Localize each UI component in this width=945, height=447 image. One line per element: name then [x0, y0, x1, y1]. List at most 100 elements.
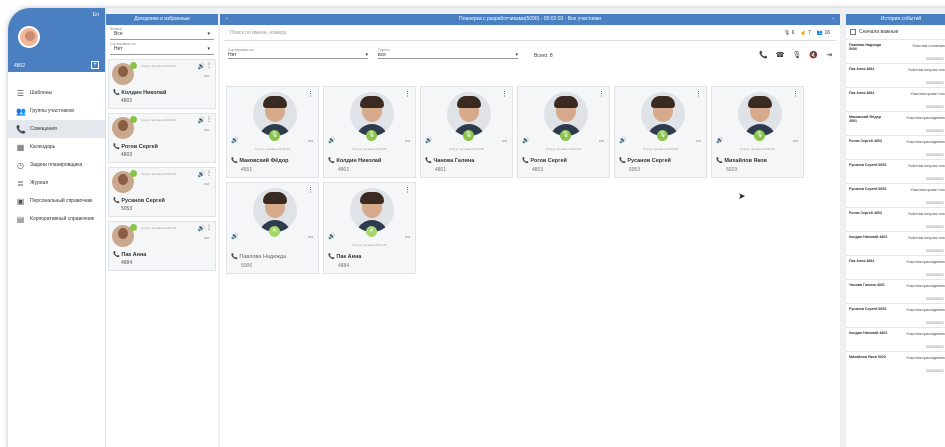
favorite-card[interactable]: Статус: Активен 00:02:07 🔊 ⋮ 〰 📞 Колдин … — [108, 59, 216, 109]
participant-card[interactable]: 🎙 ⋮ 🔊 〰 Статус: Активен 00:02:07 📞 Колдин Ник… — [323, 86, 416, 178]
participant-name: 📞 Пак Анна — [328, 254, 362, 260]
mic-icon[interactable] — [130, 170, 137, 177]
add-button[interactable]: + — [91, 61, 99, 69]
more-icon[interactable]: ⋮ — [206, 116, 212, 123]
volume-icon[interactable]: 🔊 — [198, 117, 205, 124]
history-row[interactable]: Колдин Николай 4802 Участник получил голо… — [846, 231, 945, 255]
participant-name: 📞 Колдин Николай — [328, 158, 382, 164]
signal-icon: 〰 — [598, 139, 604, 145]
participant-card[interactable]: 🎙 ⋮ 🔊 〰 Статус: Активен 00:01:59 📞 Чанова Гал… — [420, 86, 513, 178]
volume-icon[interactable]: 🔊 — [198, 171, 205, 178]
mic-icon[interactable]: 🎙 — [657, 130, 668, 141]
hangup-icon[interactable]: ☎ — [776, 51, 785, 59]
mic-icon[interactable]: 🎙 — [366, 130, 377, 141]
exit-icon[interactable]: ⇥ — [826, 51, 832, 59]
mic-icon[interactable]: 🎙 — [560, 130, 571, 141]
history-row[interactable]: Пак Анна 4884 Участник получил голос 2020/… — [846, 63, 945, 87]
more-icon[interactable]: ⋮ — [695, 90, 702, 98]
history-row[interactable]: Рогов Сергей 4803 Участник присоединился 2… — [846, 135, 945, 159]
contact-card-icon: ▣ — [16, 196, 25, 206]
volume-icon[interactable]: 🔊 — [425, 137, 432, 144]
history-row[interactable]: Рогов Сергей 4803 Участник получил голос 2… — [846, 207, 945, 231]
history-row[interactable]: Русанов Сергей 5053 Участник присоединилс… — [846, 303, 945, 327]
mic-icon[interactable] — [130, 62, 137, 69]
volume-icon[interactable]: 🔊 — [328, 137, 335, 144]
mic-icon[interactable]: 🎙 — [463, 130, 474, 141]
favorite-card[interactable]: Статус: Активен 00:02:03 🔊 ⋮ 〰 📞 Русанов… — [108, 167, 216, 217]
mic-icon[interactable]: 🎙 — [754, 130, 765, 141]
sort-select[interactable]: Сортировать по Нет ▾ — [228, 48, 368, 59]
volume-icon[interactable]: 🔊 — [619, 137, 626, 144]
mic-icon[interactable]: 🎙 — [793, 51, 802, 59]
sidebar-item-meetings[interactable]: 📞 Совещания — [8, 120, 105, 138]
language-switch[interactable]: En — [93, 12, 99, 18]
history-row[interactable]: Русанов Сергей 5053 Участник просит голос… — [846, 183, 945, 207]
mic-icon[interactable] — [130, 116, 137, 123]
more-icon[interactable]: ⋮ — [206, 224, 212, 231]
sort-select[interactable]: Нет ▾ — [110, 46, 214, 55]
more-icon[interactable]: ⋮ — [404, 186, 411, 194]
history-row[interactable]: Чанова Галина 4801 Участник присоединился… — [846, 279, 945, 303]
filter-select[interactable]: Все ▾ — [110, 31, 214, 40]
participant-card[interactable]: 🎙 ⋮ 🔊 〰 Статус: Активен 00:02:03 📞 Рогов Серг… — [517, 86, 610, 178]
participant-card[interactable]: ✕ ⋮ 🔊 〰 📞 Павлова Надежда 5006 — [226, 182, 319, 274]
volume-icon[interactable]: 🔊 — [198, 225, 205, 232]
participant-card[interactable]: 🎙 ⋮ 🔊 〰 Статус: Активен 00:02:03 📞 Михайлов Я… — [711, 86, 804, 178]
search-input[interactable]: Поиск по имени, номеру — [230, 30, 784, 36]
volume-icon[interactable]: 🔊 — [522, 137, 529, 144]
volume-icon[interactable]: 🔊 — [231, 137, 238, 144]
important-first-checkbox[interactable]: Сначала важные — [846, 25, 945, 39]
call-icon[interactable]: 📞 — [759, 51, 768, 59]
journal-icon: ≣ — [17, 178, 24, 188]
history-datetime: 2020/05/22 08:04 — [926, 81, 945, 85]
sidebar-item-corporate-directory[interactable]: ▤ Корпоративный справочник — [8, 210, 105, 228]
more-icon[interactable]: ⋮ — [307, 90, 314, 98]
mic-icon[interactable]: 🎙 — [269, 130, 280, 141]
more-icon[interactable]: ⋮ — [792, 90, 799, 98]
group-select[interactable]: Группы все ▾ — [378, 48, 518, 59]
more-icon[interactable]: ⋮ — [501, 90, 508, 98]
more-icon[interactable]: ⋮ — [206, 62, 212, 69]
history-name: Чанова Галина 4801 — [849, 283, 885, 287]
favorite-card[interactable]: Статус: Активен 00:01:55 🔊 ⋮ 〰 📞 Пак Анн… — [108, 221, 216, 271]
sidebar-item-scheduler[interactable]: ◷ Задачи планировщика — [8, 156, 105, 174]
sidebar-item-journal[interactable]: ≣ Журнал — [8, 174, 105, 192]
history-row[interactable]: Колдин Николай 4802 Участник присоединилс… — [846, 327, 945, 351]
more-icon[interactable]: ⋮ — [598, 90, 605, 98]
participant-card[interactable]: ✕ ⋮ 🔊 〰 Статус: Активен 00:01:57 📞 Пак Анна 48… — [323, 182, 416, 274]
history-event: Участник получил голос — [908, 164, 945, 168]
history-row[interactable]: Пак Анна 4884 Участник просит голос 2020/0… — [846, 87, 945, 111]
volume-icon[interactable]: 🔊 — [716, 137, 723, 144]
mic-off-icon[interactable]: ✕ — [269, 226, 280, 237]
conference-header: ‹ Планерка с разработчиками(5090) - 00:0… — [220, 14, 840, 25]
history-row[interactable]: Михайлов Яков 5029 Участник присоединился… — [846, 351, 945, 375]
conference-title: Планерка с разработчиками(5090) - 00:02:… — [459, 16, 601, 22]
mic-icon[interactable] — [130, 224, 137, 231]
history-event: Участник получил голос — [908, 68, 945, 72]
participant-card[interactable]: 🎙 ⋮ 🔊 〰 Статус: Активен 00:00:33 📞 Маковский … — [226, 86, 319, 178]
avatar[interactable] — [18, 26, 40, 48]
chevron-left-icon[interactable]: ‹ — [226, 14, 228, 25]
chevron-down-icon: ▾ — [365, 52, 368, 58]
history-row[interactable]: Павлова Надежда 5006 Участник отключился 2… — [846, 39, 945, 63]
participant-card[interactable]: 🎙 ⋮ 🔊 〰 Статус: Активен 00:02:03 📞 Русанов Се… — [614, 86, 707, 178]
history-row[interactable]: Русанов Сергей 5053 Участник получил голо… — [846, 159, 945, 183]
status-text: Статус: Активен 00:02:03 — [740, 147, 775, 151]
sidebar-item-groups[interactable]: 👥 Группы участников — [8, 102, 105, 120]
history-datetime: 2020/05/22 08:02 — [926, 177, 945, 181]
history-row[interactable]: Маковский Фёдор 4551 Участник присоединил… — [846, 111, 945, 135]
chevron-right-icon[interactable]: › — [832, 14, 834, 25]
history-row[interactable]: Пак Анна 4884 Участник присоединился 2020/… — [846, 255, 945, 279]
more-icon[interactable]: ⋮ — [206, 170, 212, 177]
sidebar-item-templates[interactable]: ☰ Шаблоны — [8, 84, 105, 102]
sidebar-item-calendar[interactable]: ▦ Календарь — [8, 138, 105, 156]
mic-off-icon[interactable]: 🔇 — [809, 51, 818, 59]
volume-icon[interactable]: 🔊 — [198, 63, 205, 70]
more-icon[interactable]: ⋮ — [307, 186, 314, 194]
volume-icon[interactable]: 🔊 — [231, 233, 238, 240]
sidebar-item-personal-directory[interactable]: ▣ Персональный справочник — [8, 192, 105, 210]
mic-off-icon[interactable]: ✕ — [366, 226, 377, 237]
favorite-card[interactable]: Статус: Активен 00:02:03 🔊 ⋮ 〰 📞 Рогов С… — [108, 113, 216, 163]
more-icon[interactable]: ⋮ — [404, 90, 411, 98]
volume-icon[interactable]: 🔊 — [328, 233, 335, 240]
